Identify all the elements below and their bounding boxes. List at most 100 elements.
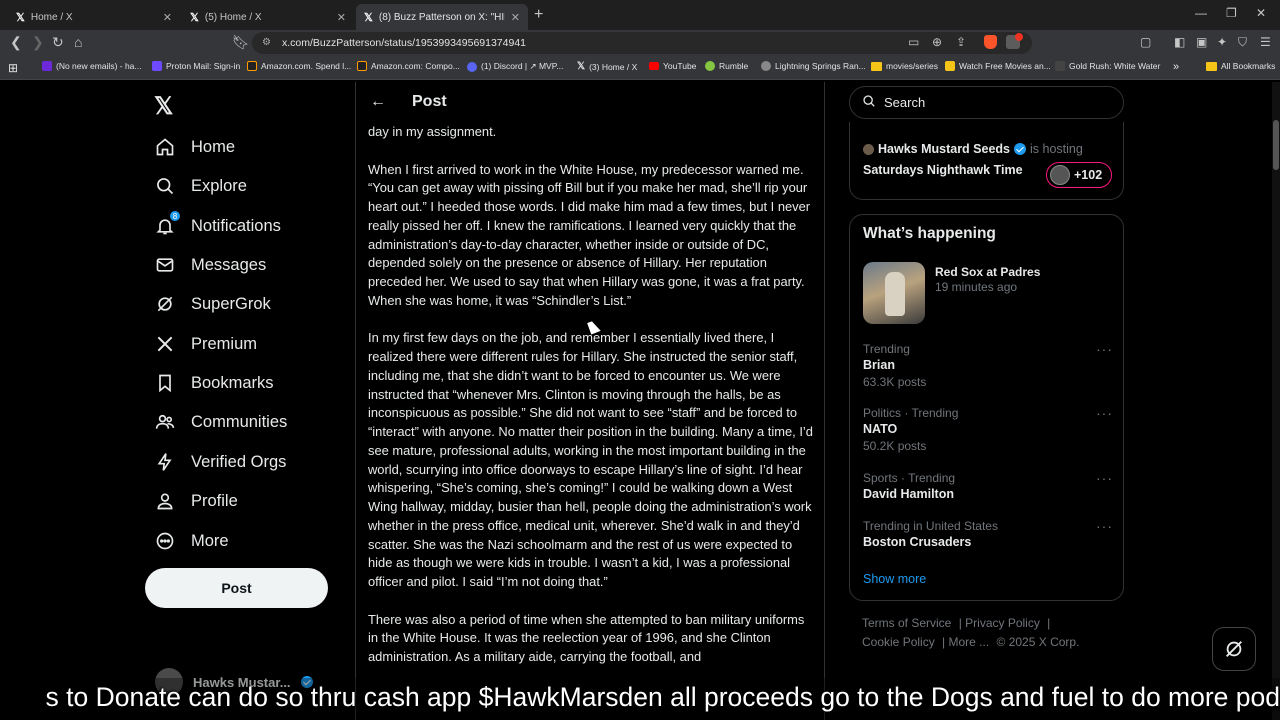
page-scrollbar[interactable] [1272, 82, 1280, 720]
scrollbar-thumb[interactable] [1273, 120, 1279, 170]
bookmark-item[interactable]: (1) Discord | ↗ MVP... [467, 61, 563, 72]
screenshot-icon[interactable]: ▢ [1140, 35, 1151, 49]
browser-tab-2[interactable]: 𝕏 (5) Home / X ✕ [182, 4, 354, 30]
folder-icon [871, 61, 882, 71]
more-options-icon[interactable]: ··· [1096, 518, 1113, 534]
trend-item[interactable]: Trending in United States Boston Crusade… [863, 518, 1113, 551]
browser-tab-1[interactable]: 𝕏 Home / X ✕ [8, 4, 180, 30]
sidebar-toggle-icon[interactable]: ◧ [1174, 35, 1185, 49]
share-icon[interactable]: ⇪ [956, 35, 966, 49]
x-icon [155, 334, 175, 354]
nav-home[interactable]: Home [155, 133, 235, 161]
close-tab-icon[interactable]: ✕ [511, 11, 520, 24]
space-listeners-button[interactable]: +102 [1046, 162, 1112, 188]
trend-item[interactable]: Sports · Trending David Hamilton ··· [863, 470, 1113, 503]
cookie-link[interactable]: Cookie Policy [862, 635, 935, 649]
minimize-window-icon[interactable]: — [1195, 6, 1207, 20]
search-input[interactable]: Search [849, 86, 1124, 119]
reload-icon[interactable]: ↻ [52, 34, 64, 51]
show-more-link[interactable]: Show more [863, 572, 926, 586]
trend-item[interactable]: Politics · Trending NATO 50.2K posts ··· [863, 405, 1113, 454]
nav-messages[interactable]: Messages [155, 251, 266, 279]
bookmark-label: Gold Rush: White Water [1069, 61, 1161, 71]
bookmark-item[interactable]: Proton Mail: Sign-in [152, 61, 240, 71]
home-browser-icon[interactable]: ⌂ [74, 34, 82, 50]
back-icon[interactable]: ❮ [10, 34, 22, 51]
more-options-icon[interactable]: ··· [1096, 341, 1113, 357]
nav-bookmarks[interactable]: Bookmarks [155, 369, 274, 397]
all-bookmarks-folder[interactable]: All Bookmarks [1206, 61, 1275, 71]
bookmark-label: All Bookmarks [1221, 61, 1276, 71]
zoom-icon[interactable]: ⊕ [932, 35, 942, 49]
brave-shields-icon[interactable] [984, 35, 997, 49]
nav-profile[interactable]: Profile [155, 487, 238, 515]
bookmark-item[interactable]: Amazon.com. Spend l... [247, 61, 351, 71]
amazon-favicon-icon [247, 61, 257, 71]
site-settings-icon[interactable]: ⚙ [262, 32, 271, 54]
section-title: What’s happening [863, 225, 996, 242]
privacy-link[interactable]: Privacy Policy [965, 616, 1040, 630]
live-space-card[interactable]: Hawks Mustard Seeds is hosting Saturdays… [849, 122, 1124, 200]
nav-supergrok[interactable]: SuperGrok [155, 290, 271, 318]
bookmarks-bar: ⊞ (No new emails) - ha... Proton Mail: S… [0, 56, 1280, 80]
bookmark-item[interactable]: Rumble [705, 61, 748, 71]
news-headline[interactable]: Red Sox at Padres [935, 265, 1040, 279]
more-link[interactable]: More ... [949, 635, 990, 649]
apps-grid-icon[interactable]: ⊞ [8, 61, 18, 75]
new-tab-button[interactable]: + [534, 6, 543, 24]
bookmark-item[interactable]: Lightning Springs Ran... [761, 61, 866, 71]
show-favicon-icon [1055, 61, 1065, 71]
vpn-shield-icon[interactable]: ⛉ [1238, 35, 1247, 50]
news-thumbnail[interactable] [863, 262, 925, 324]
url-text: x.com/BuzzPatterson/status/1953993495691… [282, 37, 527, 49]
nav-communities[interactable]: Communities [155, 408, 287, 436]
trend-item[interactable]: Trending Brian 63.3K posts ··· [863, 341, 1113, 390]
trend-name: Brian [863, 358, 895, 372]
bookmark-page-icon[interactable]: 🔖︎ [232, 34, 250, 51]
leo-ai-icon[interactable]: ✦ [1217, 35, 1227, 49]
bookmark-item[interactable]: Amazon.com: Compo... [357, 61, 460, 71]
more-options-icon[interactable]: ··· [1096, 405, 1113, 421]
terms-link[interactable]: Terms of Service [862, 616, 951, 630]
compose-post-button[interactable]: Post [145, 568, 328, 608]
close-tab-icon[interactable]: ✕ [337, 11, 346, 24]
forward-icon[interactable]: ❯ [32, 34, 44, 51]
home-icon [155, 137, 175, 157]
more-bookmarks-chevron-icon[interactable]: » [1173, 61, 1179, 73]
post-paragraph: day in my assignment. [368, 124, 497, 139]
grok-chat-button[interactable] [1212, 627, 1256, 671]
bookmark-item[interactable]: 𝕏 (3) Home / X [577, 61, 637, 72]
nav-notifications[interactable]: 8 Notifications [155, 210, 281, 240]
alert-dot [1015, 33, 1023, 41]
nav-premium[interactable]: Premium [155, 330, 257, 358]
x-logo-icon[interactable]: 𝕏 [154, 92, 173, 121]
close-tab-icon[interactable]: ✕ [163, 11, 172, 24]
bookmark-folder[interactable]: movies/series [871, 61, 938, 71]
menu-icon[interactable]: ☰ [1260, 35, 1271, 49]
bookmark-item[interactable]: Watch Free Movies an... [945, 61, 1051, 71]
nav-explore[interactable]: Explore [155, 172, 247, 200]
bookmark-item[interactable]: YouTube [649, 61, 696, 71]
close-window-icon[interactable]: ✕ [1256, 6, 1266, 20]
bookmark-item[interactable]: (No new emails) - ha... [42, 61, 142, 71]
space-host-suffix: is hosting [1030, 142, 1083, 156]
more-options-icon[interactable]: ··· [1096, 470, 1113, 486]
cast-icon[interactable]: ▭ [908, 35, 919, 49]
movies-favicon-icon [945, 61, 955, 71]
post-paragraph: There was also a period of time when she… [368, 611, 805, 665]
wallet-icon[interactable]: ▣ [1196, 35, 1207, 49]
space-host-name[interactable]: Hawks Mustard Seeds [878, 142, 1010, 156]
restore-window-icon[interactable]: ❐ [1226, 6, 1237, 20]
browser-tab-3-active[interactable]: 𝕏 (8) Buzz Patterson on X: "HILLARY C ✕ [356, 4, 528, 30]
brave-rewards-icon[interactable] [1006, 33, 1023, 49]
rumble-favicon-icon [705, 61, 715, 71]
back-arrow-icon[interactable]: ← [370, 93, 390, 111]
nav-more[interactable]: More [155, 527, 229, 555]
footer-links: Terms of Service | Privacy Policy | Cook… [862, 616, 1080, 649]
trend-name: David Hamilton [863, 487, 954, 501]
nav-label: Explore [191, 176, 247, 195]
nav-verified-orgs[interactable]: Verified Orgs [155, 448, 286, 476]
trend-name: Boston Crusaders [863, 535, 972, 549]
bookmark-item[interactable]: Gold Rush: White Water [1055, 61, 1160, 71]
trend-context: Trending in United States [863, 519, 998, 533]
